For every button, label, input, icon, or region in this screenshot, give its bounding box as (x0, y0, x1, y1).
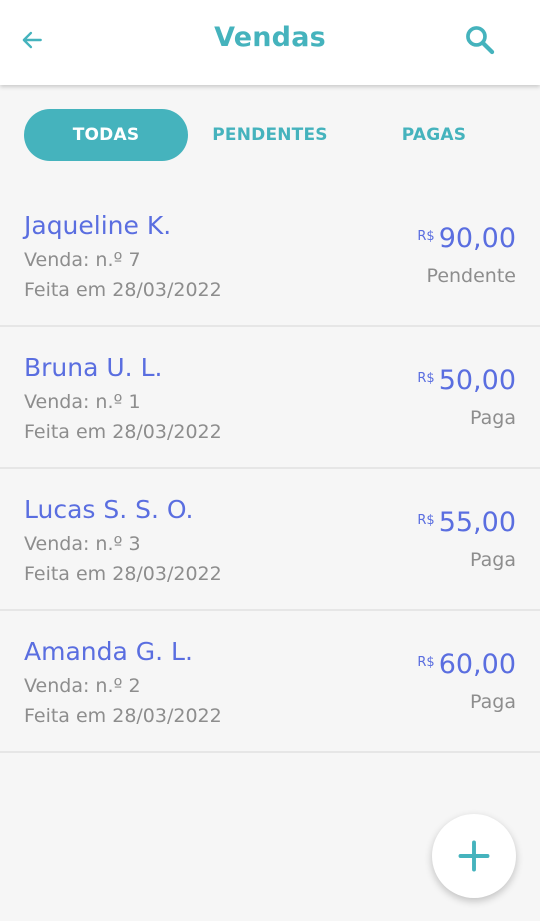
sale-date: Feita em 28/03/2022 (24, 705, 222, 727)
search-icon (466, 26, 495, 55)
app-screen: Vendas TODAS PENDENTES PAGAS Jaqueline K… (0, 0, 540, 921)
currency-symbol: R$ (417, 229, 435, 244)
sales-list: Jaqueline K. Venda: n.º 7 Feita em 28/03… (0, 185, 540, 753)
sale-amount: 55,00 (438, 507, 516, 538)
plus-icon (458, 840, 490, 872)
sale-price: R$ 60,00 (417, 649, 516, 680)
order-number: Venda: n.º 1 (24, 391, 141, 413)
order-number: Venda: n.º 3 (24, 533, 141, 555)
customer-name: Lucas S. S. O. (24, 495, 194, 524)
currency-symbol: R$ (417, 655, 435, 670)
order-number: Venda: n.º 2 (24, 675, 141, 697)
tab-pagas[interactable]: PAGAS (352, 109, 516, 161)
sale-card[interactable]: Bruna U. L. Venda: n.º 1 Feita em 28/03/… (0, 327, 540, 469)
payment-status: Paga (470, 691, 516, 713)
tab-todas[interactable]: TODAS (24, 109, 188, 161)
sale-card[interactable]: Lucas S. S. O. Venda: n.º 3 Feita em 28/… (0, 469, 540, 611)
customer-name: Bruna U. L. (24, 353, 163, 382)
page-title: Vendas (214, 22, 326, 53)
sale-price: R$ 55,00 (417, 507, 516, 538)
sale-card[interactable]: Jaqueline K. Venda: n.º 7 Feita em 28/03… (0, 185, 540, 327)
customer-name: Amanda G. L. (24, 637, 193, 666)
sale-date: Feita em 28/03/2022 (24, 279, 222, 301)
sale-date: Feita em 28/03/2022 (24, 421, 222, 443)
sale-price: R$ 90,00 (417, 223, 516, 254)
search-button[interactable] (460, 20, 500, 60)
sale-amount: 50,00 (438, 365, 516, 396)
sale-price: R$ 50,00 (417, 365, 516, 396)
sale-amount: 60,00 (438, 649, 516, 680)
payment-status: Paga (470, 549, 516, 571)
currency-symbol: R$ (417, 513, 435, 528)
payment-status: Pendente (426, 265, 516, 287)
sale-card[interactable]: Amanda G. L. Venda: n.º 2 Feita em 28/03… (0, 611, 540, 753)
status-filter-tabs: TODAS PENDENTES PAGAS (24, 109, 516, 161)
customer-name: Jaqueline K. (24, 211, 172, 240)
payment-status: Paga (470, 407, 516, 429)
currency-symbol: R$ (417, 371, 435, 386)
top-app-bar: Vendas (0, 0, 540, 85)
order-number: Venda: n.º 7 (24, 249, 141, 271)
sale-date: Feita em 28/03/2022 (24, 563, 222, 585)
sale-amount: 90,00 (438, 223, 516, 254)
add-sale-button[interactable] (432, 814, 516, 898)
tab-pendentes[interactable]: PENDENTES (188, 109, 352, 161)
